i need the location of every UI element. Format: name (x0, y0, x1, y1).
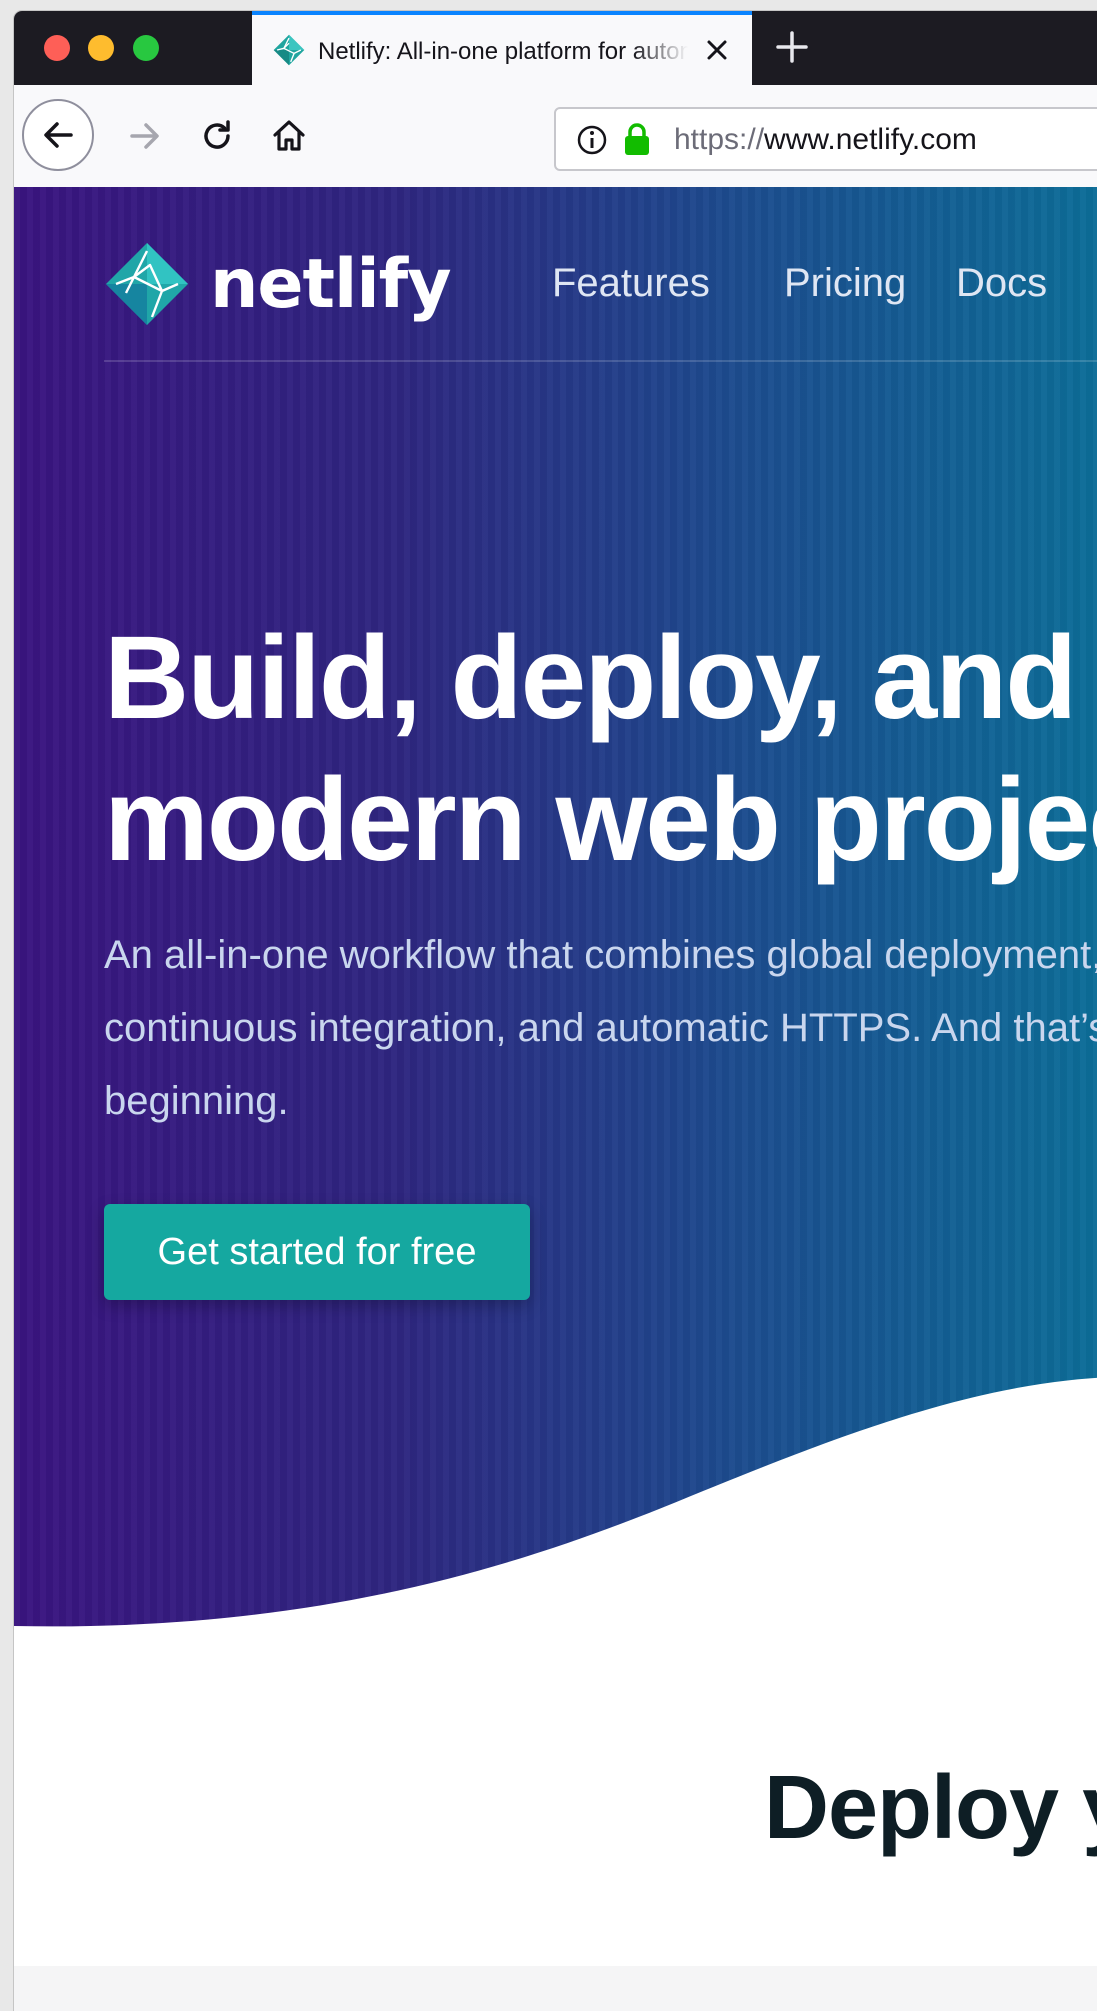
home-icon (273, 120, 305, 151)
hero-subtext-line: continuous integration, and automatic HT… (104, 1006, 1097, 1050)
navigation-toolbar: https://www.netlify.com (14, 85, 1097, 189)
hero-subtext: An all-in-one workflow that combines glo… (104, 919, 1097, 1138)
get-started-button[interactable]: Get started for free (104, 1204, 530, 1300)
browser-window: Netlify: All-in-one platform for automat… (14, 11, 1097, 2011)
site-info-icon[interactable] (576, 124, 608, 156)
site-nav: netlify Features Pricing Docs (104, 239, 1097, 349)
zoom-window-button[interactable] (133, 35, 159, 61)
nav-link-pricing[interactable]: Pricing (784, 261, 906, 306)
hero-headline: Build, deploy, and manage modern web pro… (104, 607, 1097, 891)
hero-subtext-line: beginning. (104, 1079, 289, 1123)
close-tab-icon[interactable] (700, 33, 734, 67)
tab-title: Netlify: All-in-one platform for automat… (318, 38, 688, 65)
netlify-logo-icon (106, 243, 188, 325)
nav-link-features[interactable]: Features (552, 261, 710, 306)
nav-divider (104, 360, 1097, 362)
url-host: www.netlify.com (764, 123, 977, 156)
new-tab-icon[interactable] (772, 27, 812, 67)
active-tab[interactable]: Netlify: All-in-one platform for automat… (252, 11, 752, 85)
hero-headline-line: modern web projects (104, 754, 1097, 886)
netlify-logo[interactable]: netlify (104, 239, 452, 329)
reload-icon (204, 120, 230, 149)
page-content: netlify Features Pricing Docs Build, dep… (14, 187, 1097, 2011)
nav-link-docs[interactable]: Docs (956, 261, 1047, 306)
back-button[interactable] (22, 99, 94, 171)
minimize-window-button[interactable] (88, 35, 114, 61)
secure-lock-icon (625, 123, 649, 155)
home-button[interactable] (254, 101, 324, 171)
url-scheme: https:// (674, 123, 765, 156)
back-arrow-icon (44, 122, 73, 148)
section-band (14, 1966, 1097, 2011)
url-text: https://www.netlify.com (674, 123, 977, 157)
forward-button[interactable] (110, 101, 180, 171)
hero-wave-divider (14, 1377, 1097, 1627)
reload-button[interactable] (182, 101, 252, 171)
logo-text: netlify (210, 244, 452, 324)
section-heading: Deploy your (764, 1758, 1097, 1858)
address-bar[interactable]: https://www.netlify.com (554, 107, 1097, 171)
tab-strip: Netlify: All-in-one platform for automat… (14, 11, 1097, 85)
netlify-favicon-icon (273, 34, 305, 66)
hero-headline-line: Build, deploy, and manage (104, 612, 1097, 744)
forward-arrow-icon (130, 123, 159, 149)
close-window-button[interactable] (44, 35, 70, 61)
hero-subtext-line: An all-in-one workflow that combines glo… (104, 933, 1097, 977)
